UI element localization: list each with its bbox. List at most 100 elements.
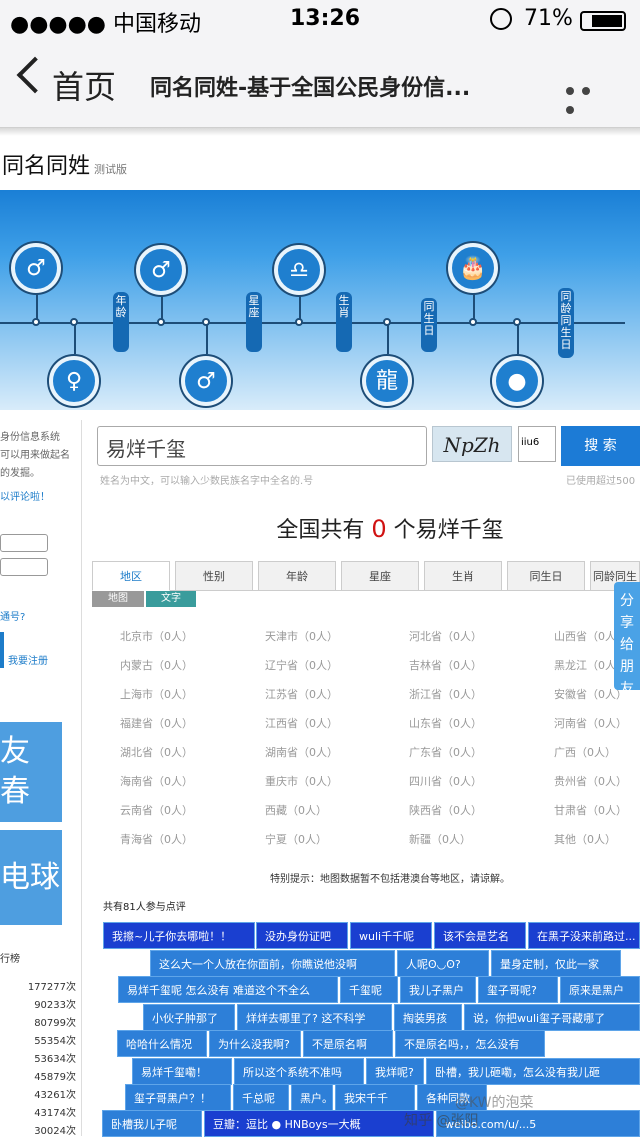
comment-bubble[interactable]: 在黑子没来前路过... [528, 922, 640, 949]
region-cell[interactable]: 上海市（0人） [120, 686, 193, 702]
comment-bubble[interactable]: 哈哈什么情况 [117, 1030, 207, 1057]
comment-bubble[interactable]: 玺子哥呢? [478, 976, 558, 1003]
region-cell[interactable]: 浙江省（0人） [409, 686, 482, 702]
tab-region[interactable]: 地区 [92, 561, 170, 591]
region-cell[interactable]: 辽宁省（0人） [265, 657, 338, 673]
help-link[interactable]: 通号? [0, 608, 80, 628]
comment-bubble[interactable]: 易烊千玺嘞！ [132, 1058, 232, 1085]
search-button[interactable]: 搜 索 [561, 426, 640, 466]
comment-bubble[interactable]: 黑户。 [291, 1084, 333, 1111]
battery-percentage: 71% [524, 6, 573, 31]
region-cell[interactable]: 重庆市（0人） [265, 773, 338, 789]
comment-bubble[interactable]: 原来是黑户 [560, 976, 640, 1003]
comment-bubble[interactable]: 我儿子黑户 [400, 976, 476, 1003]
promo-text: 春 [0, 774, 30, 809]
timeline-tag-age[interactable]: 年龄 [113, 292, 129, 352]
comment-bubble[interactable]: 为什么没我啊? [209, 1030, 301, 1057]
comment-bubble[interactable]: 量身定制，仅此一家 [491, 950, 621, 977]
status-time: 13:26 [290, 6, 361, 31]
rotation-lock-icon [490, 8, 512, 30]
promo-card[interactable]: 友春 [0, 722, 62, 822]
region-cell[interactable]: 广东省（0人） [409, 744, 482, 760]
more-options-icon[interactable] [566, 80, 610, 114]
region-cell[interactable]: 河南省（0人） [554, 715, 627, 731]
captcha-input[interactable]: iiu6 [518, 426, 556, 462]
timeline-tag-same-age-birthday[interactable]: 同龄同生日 [558, 288, 574, 358]
back-button[interactable]: 首页 [52, 62, 116, 108]
region-cell[interactable]: 青海省（0人） [120, 831, 193, 847]
comment-bubble[interactable]: 掏装男孩 [394, 1004, 462, 1031]
comment-bubble[interactable]: 卧槽我儿子呢 [102, 1110, 202, 1137]
timeline-node [70, 318, 78, 326]
region-cell[interactable]: 湖北省（0人） [120, 744, 193, 760]
region-cell[interactable]: 河北省（0人） [409, 628, 482, 644]
region-cell[interactable]: 贵州省（0人） [554, 773, 627, 789]
comment-bubble[interactable]: 千玺呢 [340, 976, 398, 1003]
name-search-input[interactable]: 易烊千玺 [97, 426, 427, 466]
timeline-stem [206, 324, 208, 354]
share-button[interactable]: 分享给朋友 [614, 582, 640, 697]
comment-bubble[interactable]: 我擦~儿子你去哪啦！！ [103, 922, 255, 949]
subtab-text[interactable]: 文字 [146, 591, 196, 607]
comment-bubble[interactable]: 玺子哥黑户？！ [125, 1084, 231, 1111]
region-cell[interactable]: 北京市（0人） [120, 628, 193, 644]
subtab-map[interactable]: 地图 [92, 591, 144, 607]
region-cell[interactable]: 广西（0人） [554, 744, 616, 760]
comment-bubble[interactable]: 小伙子肿那了 [143, 1004, 235, 1031]
region-cell[interactable]: 陕西省（0人） [409, 802, 482, 818]
region-cell[interactable]: 福建省（0人） [120, 715, 193, 731]
comment-bubble[interactable]: 不是原名啊 [303, 1030, 393, 1057]
comment-bubble[interactable]: 豆瓣：逗比 ● HNBoys一大概 [204, 1110, 434, 1137]
comment-bubble[interactable]: 我烊呢? [366, 1058, 424, 1085]
comment-bubble[interactable]: 人呢ʘ◡ʘ? [397, 950, 489, 977]
region-cell[interactable]: 云南省（0人） [120, 802, 193, 818]
comment-count: 共有81人参与点评 [103, 902, 186, 913]
region-cell[interactable]: 山东省（0人） [409, 715, 482, 731]
result-prefix: 全国共有 [276, 518, 365, 543]
timeline-tag-birthday[interactable]: 同生日 [421, 298, 437, 352]
region-cell[interactable]: 新疆（0人） [409, 831, 471, 847]
comment-bubble[interactable]: 千总呢 [233, 1084, 289, 1111]
timeline-tag-shengxiao[interactable]: 生肖 [336, 292, 352, 352]
comment-bubble[interactable]: 我宋千千 [335, 1084, 415, 1111]
captcha-image[interactable]: NpZh [432, 426, 512, 462]
tab-gender[interactable]: 性别 [175, 561, 253, 591]
region-cell[interactable]: 天津市（0人） [265, 628, 338, 644]
comment-bubble[interactable]: 不是原名吗，，怎么没有 [395, 1030, 545, 1057]
comment-bubble[interactable]: wuli千千呢 [350, 922, 432, 949]
region-cell[interactable]: 海南省（0人） [120, 773, 193, 789]
region-cell[interactable]: 其他（0人） [554, 831, 616, 847]
male-icon: ♂ [136, 245, 186, 295]
comment-link[interactable]: 以评论啦！ [0, 488, 80, 508]
timeline-node [513, 318, 521, 326]
region-cell[interactable]: 吉林省（0人） [409, 657, 482, 673]
stat-tabs: 地区 性别 年龄 星座 生肖 同生日 同龄同生 [92, 561, 640, 591]
comment-bubble[interactable]: 没办身份证吧 [256, 922, 348, 949]
region-cell[interactable]: 内蒙古（0人） [120, 657, 193, 673]
region-cell[interactable]: 江苏省（0人） [265, 686, 338, 702]
comment-bubble[interactable]: 卧槽，我儿砸嘞，怎么没有我儿砸 [426, 1058, 640, 1085]
comment-bubble[interactable]: 这么大一个人放在你面前，你瞧说他没啊 [150, 950, 395, 977]
rank-value: 55354次 [34, 1036, 76, 1047]
region-cell[interactable]: 甘肃省（0人） [554, 802, 627, 818]
timeline-node [383, 318, 391, 326]
region-cell[interactable]: 四川省（0人） [409, 773, 482, 789]
region-cell[interactable]: 西藏（0人） [265, 802, 327, 818]
comment-bubble[interactable]: 烊烊去哪里了? 这不科学 [237, 1004, 392, 1031]
tab-shengxiao[interactable]: 生肖 [424, 561, 502, 591]
region-cell[interactable]: 宁夏（0人） [265, 831, 327, 847]
tab-birthday[interactable]: 同生日 [507, 561, 585, 591]
comment-bubble[interactable]: 所以这个系统不准吗 [234, 1058, 364, 1085]
register-link[interactable]: 我要注册 [8, 652, 88, 672]
tab-age[interactable]: 年龄 [258, 561, 336, 591]
region-cell[interactable]: 湖南省（0人） [265, 744, 338, 760]
login-button[interactable] [0, 632, 4, 668]
comment-bubble[interactable]: 说，你把wuli玺子哥藏哪了 [464, 1004, 640, 1031]
password-field[interactable] [0, 558, 48, 576]
timeline-tag-zodiac[interactable]: 星座 [246, 292, 262, 352]
region-cell[interactable]: 江西省（0人） [265, 715, 338, 731]
result-mid: 个 [393, 518, 416, 543]
comment-bubble[interactable]: 易烊千玺呢 怎么没有 难道这个不全么 [118, 976, 338, 1003]
tab-zodiac[interactable]: 星座 [341, 561, 419, 591]
comment-bubble[interactable]: 该不会是艺名 [434, 922, 526, 949]
